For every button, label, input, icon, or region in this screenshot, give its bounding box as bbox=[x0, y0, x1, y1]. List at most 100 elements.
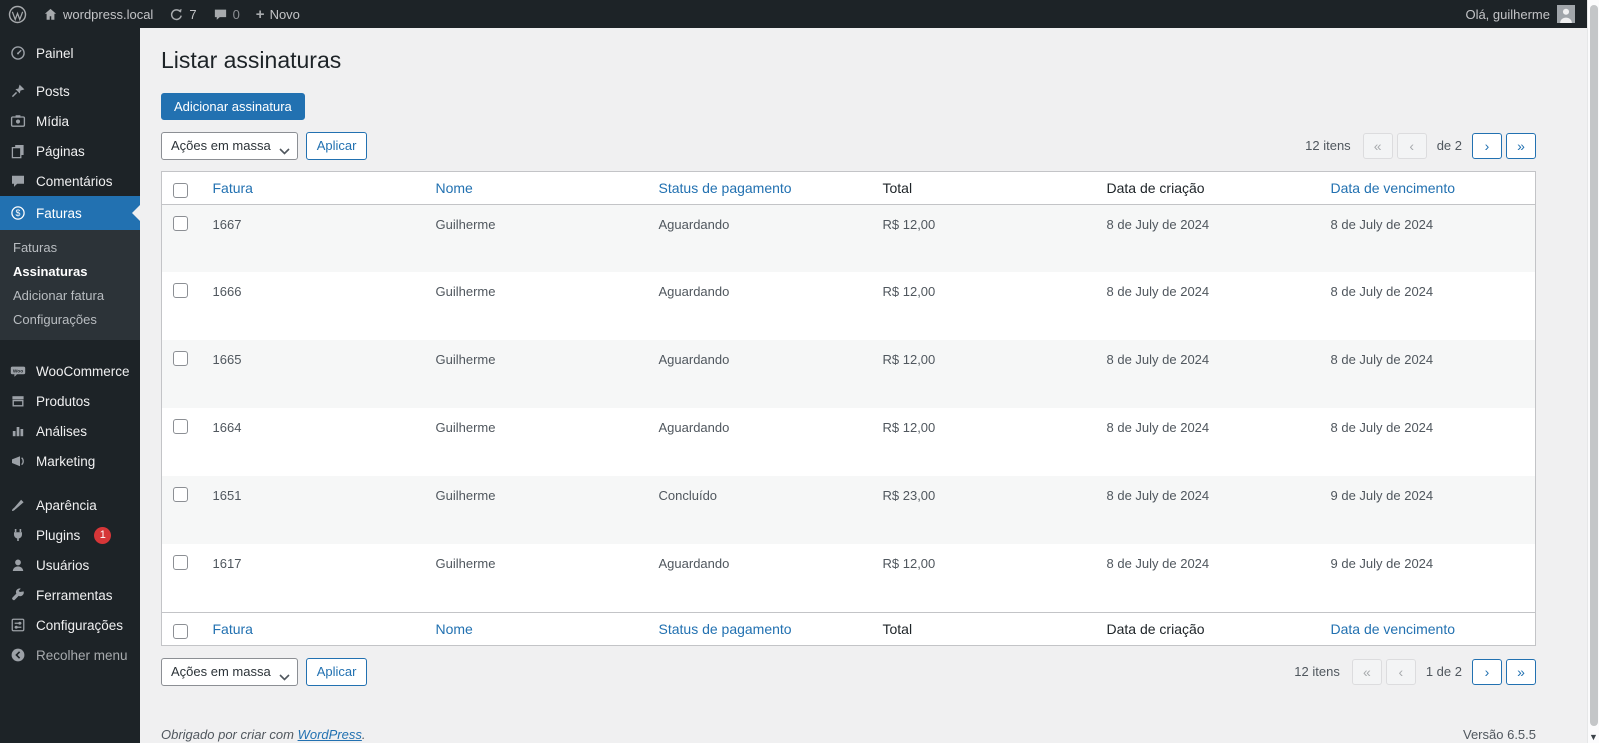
sidebar-item-marketing[interactable]: Marketing bbox=[0, 446, 140, 476]
row-checkbox[interactable] bbox=[173, 283, 188, 299]
plug-icon bbox=[9, 527, 27, 543]
sidebar-item-paginas[interactable]: Páginas bbox=[0, 136, 140, 166]
next-page-button[interactable]: › bbox=[1472, 132, 1502, 159]
cell-total: R$ 12,00 bbox=[882, 352, 936, 368]
sidebar-item-ferramentas[interactable]: Ferramentas bbox=[0, 580, 140, 610]
submenu-item-assinaturas[interactable]: Assinaturas bbox=[0, 260, 140, 284]
sidebar-item-painel[interactable]: Painel bbox=[0, 36, 140, 70]
next-page-button[interactable]: › bbox=[1472, 658, 1502, 685]
chevron-down-icon bbox=[279, 669, 290, 684]
home-icon bbox=[43, 7, 58, 22]
cell-criacao: 8 de July de 2024 bbox=[1106, 556, 1210, 572]
row-checkbox[interactable] bbox=[173, 487, 188, 503]
comments-link[interactable]: 0 bbox=[205, 0, 248, 28]
sidebar-item-usuarios[interactable]: Usuários bbox=[0, 550, 140, 580]
cell-criacao: 8 de July de 2024 bbox=[1106, 420, 1210, 436]
select-all-checkbox[interactable] bbox=[173, 623, 188, 639]
sidebar-item-produtos[interactable]: Produtos bbox=[0, 386, 140, 416]
sidebar-item-midia[interactable]: Mídia bbox=[0, 106, 140, 136]
sidebar-item-configuracoes[interactable]: Configurações bbox=[0, 610, 140, 640]
dollar-circle-icon: $ bbox=[9, 205, 27, 221]
column-header-status[interactable]: Status de pagamento bbox=[648, 611, 873, 646]
row-checkbox[interactable] bbox=[173, 555, 188, 571]
column-header-vencimento[interactable]: Data de vencimento bbox=[1320, 611, 1536, 646]
last-page-button[interactable]: » bbox=[1506, 132, 1536, 159]
submenu-item-adicionar-fatura[interactable]: Adicionar fatura bbox=[0, 284, 140, 308]
svg-text:$: $ bbox=[16, 208, 21, 218]
column-header-vencimento[interactable]: Data de vencimento bbox=[1320, 171, 1536, 205]
select-all-checkbox[interactable] bbox=[173, 182, 188, 198]
last-page-button[interactable]: » bbox=[1506, 658, 1536, 685]
column-header-status[interactable]: Status de pagamento bbox=[648, 171, 873, 205]
row-checkbox[interactable] bbox=[173, 351, 188, 367]
submenu-item-faturas[interactable]: Faturas bbox=[0, 236, 140, 260]
cell-criacao: 8 de July de 2024 bbox=[1106, 352, 1210, 368]
cell-status: Aguardando bbox=[658, 284, 730, 300]
apply-button[interactable]: Aplicar bbox=[305, 131, 368, 160]
footer-thanks-period: . bbox=[361, 726, 366, 742]
sidebar-label: Análises bbox=[36, 423, 88, 439]
dashboard-icon bbox=[9, 45, 27, 61]
row-checkbox[interactable] bbox=[173, 215, 188, 231]
admin-sidebar: Painel Posts Mídia Páginas Comentários $… bbox=[0, 28, 140, 743]
svg-text:Woo: Woo bbox=[13, 368, 23, 374]
column-header-fatura[interactable]: Fatura bbox=[202, 611, 426, 646]
paging-text: de 2 bbox=[1436, 138, 1462, 154]
sidebar-item-analises[interactable]: Análises bbox=[0, 416, 140, 446]
add-subscription-button[interactable]: Adicionar assinatura bbox=[161, 92, 305, 120]
tablenav-bottom: Ações em massa Aplicar 12 itens « ‹ 1 de… bbox=[161, 657, 1536, 687]
sidebar-label: Faturas bbox=[36, 205, 82, 221]
sidebar-item-comentarios[interactable]: Comentários bbox=[0, 166, 140, 196]
cell-fatura: 1667 bbox=[212, 216, 242, 232]
cell-nome: Guilherme bbox=[435, 420, 496, 436]
updates-link[interactable]: 7 bbox=[161, 0, 204, 28]
new-content-menu[interactable]: + Novo bbox=[248, 0, 308, 28]
cell-status: Aguardando bbox=[658, 216, 730, 232]
submenu-item-configuracoes[interactable]: Configurações bbox=[0, 308, 140, 332]
column-header-nome[interactable]: Nome bbox=[425, 171, 649, 205]
chevron-down-icon bbox=[279, 143, 290, 158]
admin-bar: wordpress.local 7 0 + Novo Olá, guilherm… bbox=[0, 0, 1587, 28]
column-header-fatura[interactable]: Fatura bbox=[202, 171, 426, 205]
column-header-nome[interactable]: Nome bbox=[425, 611, 649, 646]
sidebar-item-woocommerce[interactable]: Woo WooCommerce bbox=[0, 356, 140, 386]
row-checkbox[interactable] bbox=[173, 419, 188, 435]
subscriptions-table: Fatura Nome Status de pagamento Total Da… bbox=[161, 170, 1536, 646]
updates-count: 7 bbox=[189, 6, 197, 22]
bulk-actions-select-bottom[interactable]: Ações em massa bbox=[161, 657, 298, 686]
wordpress-link[interactable]: WordPress bbox=[298, 727, 362, 742]
cell-vencimento: 9 de July de 2024 bbox=[1330, 488, 1434, 504]
page-scrollbar[interactable]: ▼ bbox=[1587, 0, 1599, 743]
items-count: 12 itens bbox=[1305, 138, 1351, 154]
first-page-button: « bbox=[1351, 658, 1382, 685]
cell-status: Concluído bbox=[658, 488, 718, 504]
scrollbar-thumb[interactable] bbox=[1590, 5, 1598, 726]
site-name: wordpress.local bbox=[63, 6, 154, 22]
admin-footer: Obrigado por criar com WordPress. Versão… bbox=[161, 727, 1536, 742]
sidebar-label: Usuários bbox=[36, 557, 90, 573]
cell-total: R$ 12,00 bbox=[882, 284, 936, 300]
sidebar-item-aparencia[interactable]: Aparência bbox=[0, 490, 140, 520]
sidebar-label: Produtos bbox=[36, 393, 91, 409]
wordpress-admin: wordpress.local 7 0 + Novo Olá, guilherm… bbox=[0, 0, 1599, 743]
wordpress-logo-icon bbox=[8, 5, 27, 24]
settings-sliders-icon bbox=[9, 617, 27, 633]
column-header-total: Total bbox=[872, 611, 1097, 646]
collapse-menu-button[interactable]: Recolher menu bbox=[0, 640, 140, 670]
faturas-submenu: Faturas Assinaturas Adicionar fatura Con… bbox=[0, 230, 140, 340]
my-account-menu[interactable]: Olá, guilherme bbox=[1465, 0, 1587, 28]
bulk-actions-select[interactable]: Ações em massa bbox=[161, 131, 298, 160]
table-row: 1664 Guilherme Aguardando R$ 12,00 8 de … bbox=[162, 408, 1536, 476]
new-label: Novo bbox=[269, 6, 300, 22]
site-link[interactable]: wordpress.local bbox=[35, 0, 161, 28]
wordpress-logo-menu[interactable] bbox=[0, 0, 35, 28]
sidebar-item-faturas[interactable]: $ Faturas bbox=[0, 196, 140, 230]
sidebar-label: Configurações bbox=[36, 617, 124, 633]
sidebar-item-plugins[interactable]: Plugins 1 bbox=[0, 520, 140, 550]
sidebar-item-posts[interactable]: Posts bbox=[0, 76, 140, 106]
pages-icon bbox=[9, 143, 27, 159]
plus-icon: + bbox=[255, 5, 265, 23]
scrollbar-down-arrow[interactable]: ▼ bbox=[1588, 732, 1599, 742]
sidebar-label: Comentários bbox=[36, 173, 113, 189]
apply-button-bottom[interactable]: Aplicar bbox=[305, 657, 368, 686]
